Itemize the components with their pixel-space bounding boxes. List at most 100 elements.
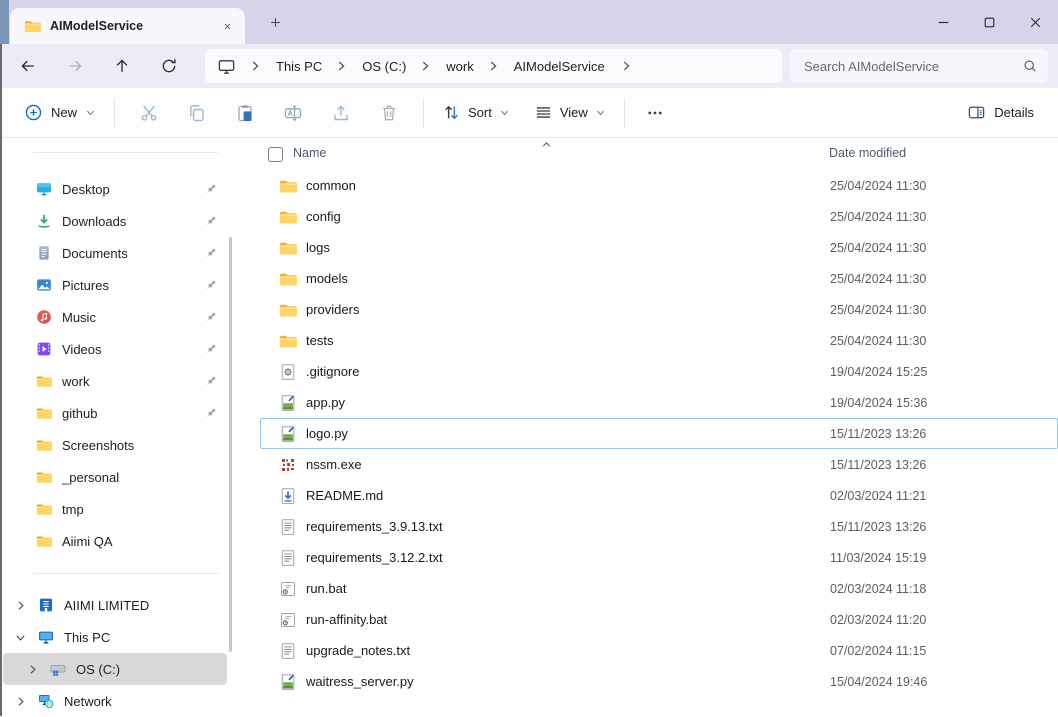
company-icon [38,597,54,613]
downloads-icon [36,213,52,229]
sidebar-item-tmp[interactable]: tmp [0,493,232,525]
videos-icon [36,341,52,357]
sidebar-item-work[interactable]: work [0,365,232,397]
file-row-requirements-3-9-13-txt[interactable]: requirements_3.9.13.txt 15/11/2023 13:26 [260,511,1058,542]
new-tab-button[interactable] [264,11,286,33]
share-icon [331,103,351,123]
sidebar-divider [33,573,218,574]
view-icon [534,103,553,122]
sidebar-item-videos[interactable]: Videos [0,333,232,365]
file-row-config[interactable]: config 25/04/2024 11:30 [260,201,1058,232]
toolbar-divider [423,99,424,127]
sidebar-item-github[interactable]: github [0,397,232,429]
file-row-models[interactable]: models 25/04/2024 11:30 [260,263,1058,294]
breadcrumb-item-this-pc: This PC [242,55,328,78]
sidebar-item-personal[interactable]: _personal [0,461,232,493]
sidebar-item-aiimi-qa[interactable]: Aiimi QA [0,525,232,557]
file-row-run-bat[interactable]: run.bat 02/03/2024 11:18 [260,573,1058,604]
file-row-nssm-exe[interactable]: nssm.exe 15/11/2023 13:26 [260,449,1058,480]
sidebar-tree-item-aiimi-limited[interactable]: AIIMI LIMITED [0,589,232,621]
close-button[interactable] [1012,0,1058,44]
forward-icon [66,57,84,75]
file-row-providers[interactable]: providers 25/04/2024 11:30 [260,294,1058,325]
sidebar-tree-item-this-pc[interactable]: This PC [0,621,232,653]
search-input[interactable] [802,58,1022,75]
python-icon [279,425,297,443]
file-row-requirements-3-12-2-txt[interactable]: requirements_3.12.2.txt 11/03/2024 15:19 [260,542,1058,573]
tab-aimodelservice[interactable]: AIModelService [10,8,245,44]
toolbar-action-4[interactable] [317,95,365,131]
column-header-date-modified[interactable]: Date modified [829,146,906,160]
toolbar-action-0[interactable] [125,95,173,131]
toolbar-action-3[interactable] [269,95,317,131]
minimize-button[interactable] [920,0,966,44]
forward-button[interactable] [59,50,91,82]
file-row-gitignore[interactable]: .gitignore 19/04/2024 15:25 [260,356,1058,387]
file-row-run-affinity-bat[interactable]: run-affinity.bat 02/03/2024 11:20 [260,604,1058,635]
folder-icon [36,405,52,421]
paste-icon [235,103,255,123]
network-icon [38,693,54,709]
file-row-upgrade-notes-txt[interactable]: upgrade_notes.txt 07/02/2024 11:15 [260,635,1058,666]
md-icon [279,487,297,505]
file-row-tests[interactable]: tests 25/04/2024 11:30 [260,325,1058,356]
chevron-down-icon [595,107,606,118]
exe-icon [279,456,297,474]
sidebar-item-downloads[interactable]: Downloads [0,205,232,237]
up-button[interactable] [106,50,138,82]
folder-icon [36,373,52,389]
chevron-right-icon [486,59,500,73]
sidebar-item-pictures[interactable]: Pictures [0,269,232,301]
maximize-button[interactable] [966,0,1012,44]
back-button[interactable] [12,50,44,82]
music-icon [36,309,52,325]
window-left-edge [0,44,2,716]
file-row-app-py[interactable]: app.py 19/04/2024 15:36 [260,387,1058,418]
sidebar-item-documents[interactable]: Documents [0,237,232,269]
view-button[interactable]: View [526,97,614,128]
file-row-logo-py[interactable]: logo.py 15/11/2023 13:26 [260,418,1058,449]
toolbar-action-5[interactable] [365,95,413,131]
refresh-button[interactable] [153,50,185,82]
refresh-icon [160,57,178,75]
delete-icon [379,103,399,123]
file-row-readme-md[interactable]: README.md 02/03/2024 11:21 [260,480,1058,511]
column-header-name[interactable]: Name [293,146,326,160]
pin-icon [203,246,218,261]
folder-icon [24,19,41,33]
sidebar-tree-item-network[interactable]: Network [0,685,232,717]
more-options-button[interactable] [635,95,675,131]
sidebar-item-music[interactable]: Music [0,301,232,333]
search-box[interactable] [790,49,1048,83]
toolbar-action-1[interactable] [173,95,221,131]
new-button[interactable]: New [16,97,104,128]
monitor-icon [217,57,236,76]
drive-icon [50,661,66,677]
breadcrumb[interactable]: This PC OS (C:) work AIModelServ [205,49,782,83]
folder-icon [279,270,297,288]
tab-close-button[interactable] [217,16,237,36]
folder-icon [279,301,297,319]
file-row-common[interactable]: common 25/04/2024 11:30 [260,170,1058,201]
chevron-right-icon[interactable] [14,695,27,708]
txt-icon [279,518,297,536]
bat-icon [279,580,297,598]
folder-icon [279,208,297,226]
file-row-logs[interactable]: logs 25/04/2024 11:30 [260,232,1058,263]
sidebar-tree-item-os-c[interactable]: OS (C:) [3,653,227,685]
toolbar-action-2[interactable] [221,95,269,131]
details-pane-button[interactable]: Details [959,97,1042,128]
sort-button[interactable]: Sort [434,97,518,128]
chevron-right-icon[interactable] [26,663,39,676]
view-button-label: View [560,105,588,120]
chevron-down-icon[interactable] [14,631,27,644]
up-icon [113,57,131,75]
folder-icon [279,332,297,350]
chevron-right-icon[interactable] [14,599,27,612]
sidebar-item-desktop[interactable]: Desktop [0,173,232,205]
sidebar-item-screenshots[interactable]: Screenshots [0,429,232,461]
file-row-waitress-server-py[interactable]: waitress_server.py 15/04/2024 19:46 [260,666,1058,697]
select-all-checkbox[interactable] [268,147,283,162]
details-icon [967,103,986,122]
sort-button-label: Sort [468,105,492,120]
